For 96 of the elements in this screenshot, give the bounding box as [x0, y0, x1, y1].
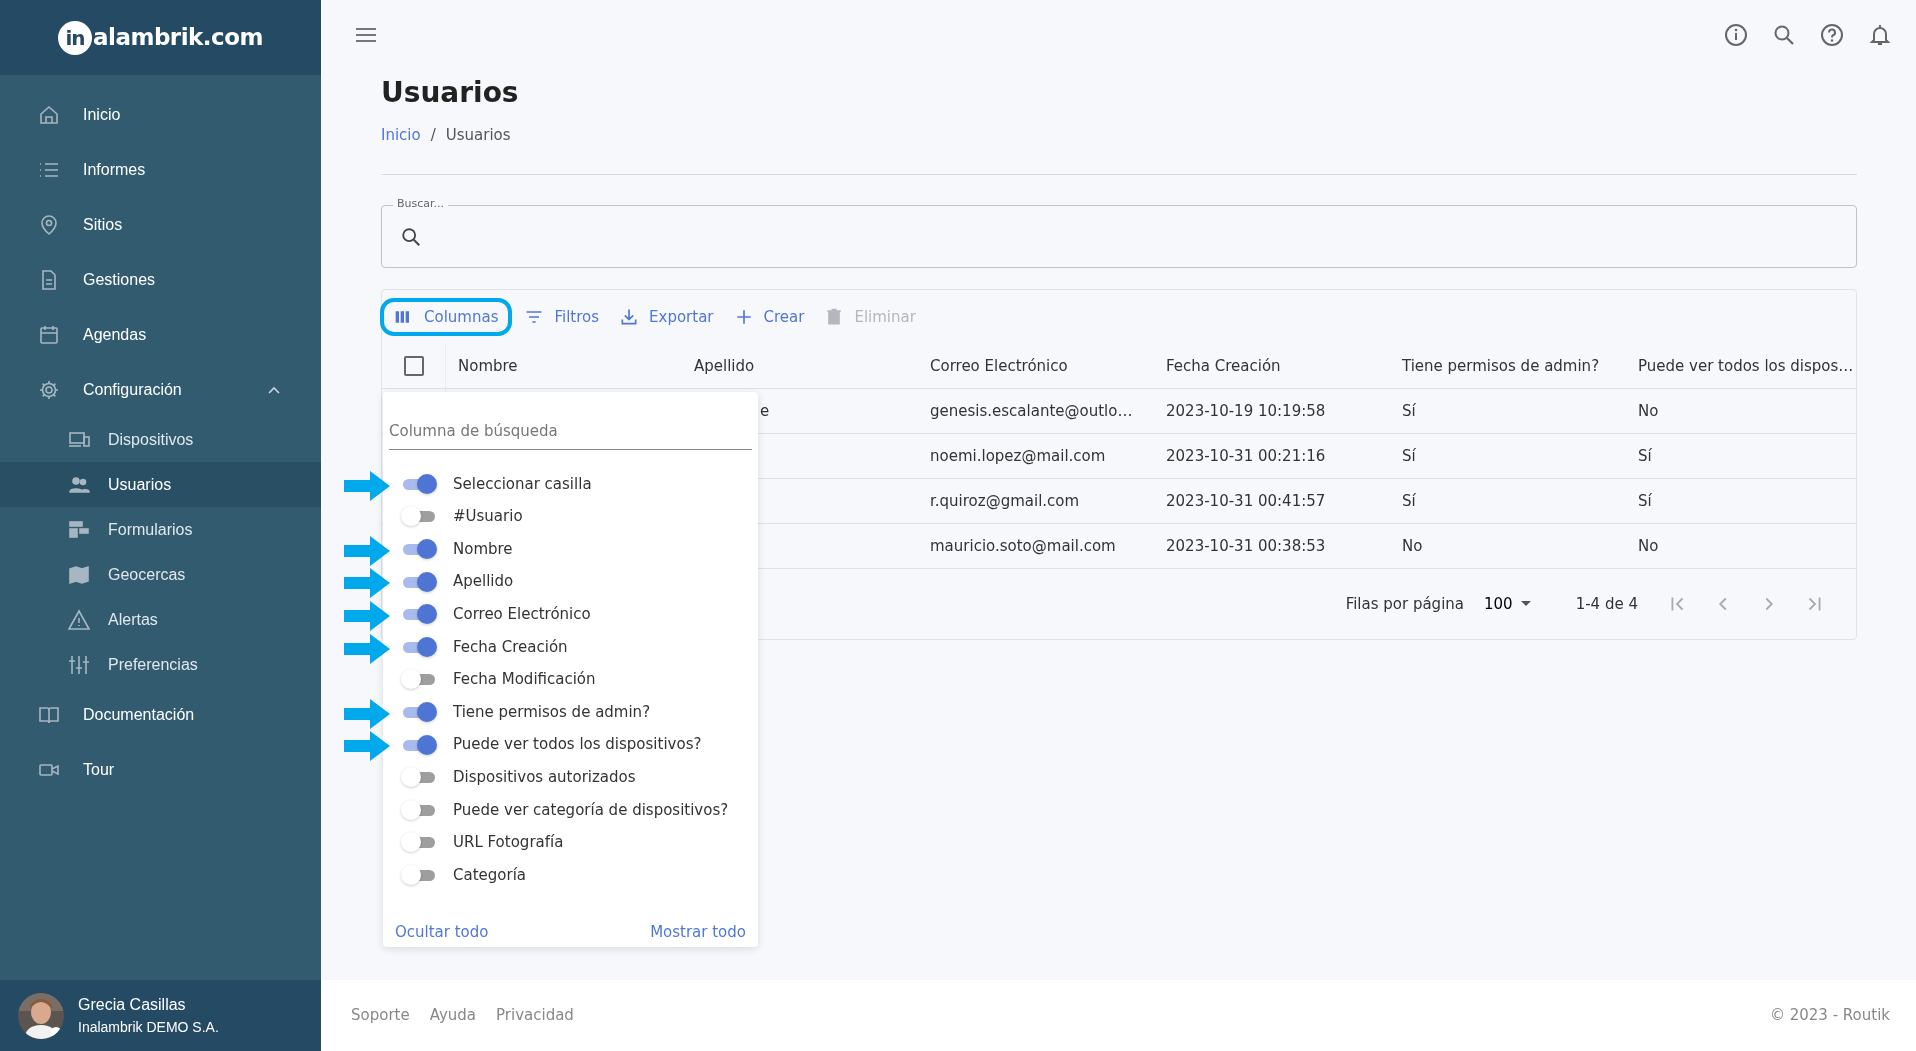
toggle-switch[interactable] — [401, 668, 437, 691]
column-header[interactable]: Fecha Creación — [1166, 356, 1281, 375]
toggle-label: Seleccionar casilla — [453, 473, 592, 495]
column-header[interactable]: Tiene permisos de admin? — [1402, 356, 1600, 375]
rows-per-page-select[interactable]: 100 — [1484, 592, 1531, 616]
menu-icon[interactable] — [356, 28, 376, 42]
column-search-field[interactable]: Columna de búsqueda — [389, 414, 752, 450]
rows-per-page-label: Filas por página — [1345, 593, 1464, 615]
sidebar-item[interactable]: Documentación — [0, 687, 321, 742]
table-cell: No — [1638, 536, 1659, 555]
toggle-switch[interactable] — [401, 798, 437, 821]
toggle-label: Puede ver todos los dispositivos? — [453, 734, 702, 756]
footer-link[interactable]: Ayuda — [429, 1004, 477, 1027]
bell-icon[interactable] — [1868, 23, 1892, 47]
table-cell: Sí — [1402, 446, 1416, 465]
toggle-switch[interactable] — [401, 570, 437, 593]
search-field[interactable] — [381, 205, 1857, 269]
toggle-label: Apellido — [453, 571, 514, 593]
search-icon — [400, 225, 422, 248]
toggle-switch[interactable] — [401, 538, 437, 561]
table-cell: No — [1638, 401, 1659, 420]
table-cell: Sí — [1638, 446, 1652, 465]
page-title: Usuarios — [381, 76, 520, 110]
toggle-switch[interactable] — [401, 766, 437, 789]
search-icon[interactable] — [1772, 23, 1796, 47]
table-cell: 2023-10-31 00:21:16 — [1166, 446, 1326, 465]
toggle-switch[interactable] — [401, 603, 437, 626]
column-header[interactable]: Correo Electrónico — [930, 356, 1068, 375]
show-all-button[interactable]: Mostrar todo — [650, 921, 746, 944]
column-header[interactable]: Nombre — [458, 356, 518, 375]
toolbar-button[interactable]: Crear — [725, 299, 813, 335]
warning-icon — [67, 607, 91, 632]
toggle-label: Fecha Modificación — [453, 669, 596, 691]
sidebar-item[interactable]: Informes — [0, 142, 321, 197]
column-header[interactable]: Puede ver todos los dispos… — [1638, 356, 1854, 375]
sidebar-item[interactable]: Formularios — [0, 507, 321, 552]
toggle-label: #Usuario — [453, 506, 523, 528]
toggle-label: Puede ver categoría de dispositivos? — [453, 799, 729, 821]
toggle-label: Correo Electrónico — [453, 604, 591, 625]
page-range: 1-4 de 4 — [1575, 593, 1638, 615]
toolbar-button[interactable]: Exportar — [611, 299, 722, 335]
hide-all-button[interactable]: Ocultar todo — [395, 921, 489, 944]
sidebar-item[interactable]: Usuarios — [0, 462, 321, 507]
breadcrumb-separator: / — [430, 124, 436, 146]
toggle-switch[interactable] — [401, 733, 437, 756]
caret-icon — [1520, 601, 1531, 608]
sidebar-item[interactable]: Agendas — [0, 307, 321, 362]
user-name: Grecia Casillas — [78, 995, 187, 1015]
footer-link[interactable]: Soporte — [351, 1004, 410, 1027]
help-icon[interactable] — [1820, 23, 1844, 47]
sidebar-item[interactable]: Preferencias — [0, 642, 321, 687]
table-cell: No — [1402, 536, 1423, 555]
company-name: Inalambrik DEMO S.A. — [78, 1018, 219, 1037]
toolbar-button[interactable]: Filtros — [516, 299, 608, 335]
footer-link[interactable]: Privacidad — [496, 1004, 574, 1027]
toggle-label: Tiene permisos de admin? — [453, 701, 651, 723]
copyright-text: © 2023 - Routik — [1769, 1005, 1890, 1027]
table-cell: Sí — [1402, 491, 1416, 510]
toggle-switch[interactable] — [401, 864, 437, 886]
breadcrumb-current: Usuarios — [445, 124, 511, 146]
table-cell: noemi.lopez@mail.com — [930, 446, 1106, 465]
toggle-label: Categoría — [453, 864, 526, 886]
column-header[interactable]: Apellido — [694, 356, 755, 375]
table-cell: mauricio.soto@mail.com — [930, 536, 1116, 555]
logo-text: alambrik.com — [93, 23, 263, 53]
toggle-switch[interactable] — [401, 472, 437, 495]
toggle-switch[interactable] — [401, 701, 437, 724]
table-cell: e — [760, 401, 770, 420]
sidebar-item[interactable]: Alertas — [0, 597, 321, 642]
logo-mark: in — [58, 20, 92, 55]
sidebar-item[interactable]: Sitios — [0, 197, 321, 252]
toggle-label: Fecha Creación — [453, 636, 568, 658]
table-cell: 2023-10-19 10:19:58 — [1166, 401, 1326, 420]
table-cell: Sí — [1402, 401, 1416, 420]
sidebar-item[interactable]: Configuración — [0, 362, 321, 417]
toolbar-button[interactable]: Columnas — [380, 297, 513, 337]
table-cell: 2023-10-31 00:38:53 — [1166, 536, 1326, 555]
toggle-switch[interactable] — [401, 505, 437, 528]
table-cell: genesis.escalante@outlo… — [930, 401, 1133, 420]
sidebar-item[interactable]: Tour — [0, 742, 321, 797]
table-cell: Sí — [1638, 491, 1652, 510]
toggle-switch[interactable] — [401, 635, 437, 658]
toggle-label: Nombre — [453, 538, 513, 560]
sidebar-item[interactable]: Dispositivos — [0, 417, 321, 462]
table-cell: r.quiroz@gmail.com — [930, 491, 1080, 510]
checkbox[interactable] — [403, 356, 424, 377]
table-cell: 2023-10-31 00:41:57 — [1166, 491, 1326, 510]
toggle-label: URL Fotografía — [453, 832, 564, 854]
download-icon — [619, 307, 640, 328]
toggle-switch[interactable] — [401, 831, 437, 854]
sidebar-item[interactable]: Inicio — [0, 87, 321, 142]
info-icon[interactable] — [1724, 23, 1748, 47]
sidebar-item[interactable]: Geocercas — [0, 552, 321, 597]
breadcrumb-link[interactable]: Inicio — [381, 123, 421, 147]
toggle-label: Dispositivos autorizados — [453, 767, 636, 788]
sidebar-item[interactable]: Gestiones — [0, 252, 321, 307]
